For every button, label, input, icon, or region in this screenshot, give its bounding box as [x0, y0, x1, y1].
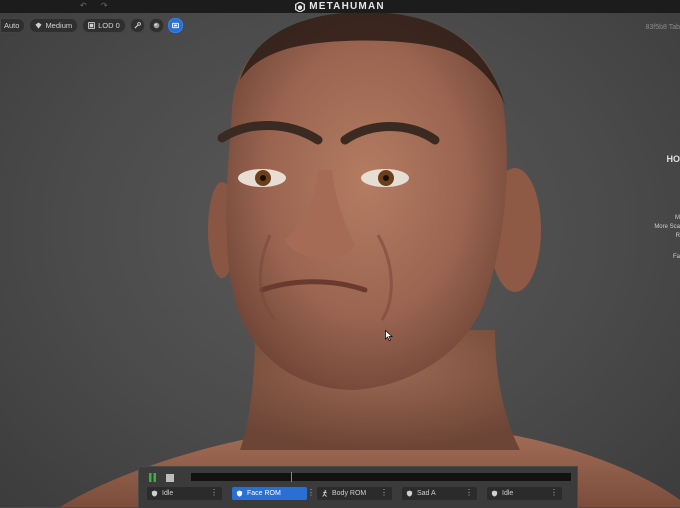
brand-name: METAHUMAN [309, 1, 385, 12]
mouse-cursor-icon [385, 330, 393, 341]
layers-icon [88, 22, 96, 29]
viewport-toolbar: Auto Medium LOD 0 [0, 18, 183, 33]
animation-label: Face ROM [247, 490, 281, 497]
side-panel-line[interactable]: M [640, 214, 680, 223]
lod-button[interactable]: LOD 0 [82, 18, 126, 33]
preset-label: Medium [45, 21, 73, 30]
screen-icon [171, 22, 179, 29]
animation-item-idle-2[interactable]: Idle ⋮ [487, 487, 562, 500]
animation-item-face-rom[interactable]: Face ROM ⋮ [232, 487, 315, 500]
lod-label: LOD 0 [98, 21, 120, 30]
wrench-icon [134, 22, 141, 29]
undo-redo-icons[interactable]: ↶ ↷ [80, 1, 114, 10]
more-options-icon[interactable]: ⋮ [307, 489, 315, 497]
preset-medium-button[interactable]: Medium [29, 18, 79, 33]
metahuman-character-render [60, 12, 680, 507]
more-options-icon[interactable]: ⋮ [465, 489, 473, 497]
running-figure-icon [322, 490, 327, 497]
animation-item-sad-a[interactable]: Sad A ⋮ [402, 487, 477, 500]
stop-button[interactable] [166, 474, 174, 482]
more-options-icon[interactable]: ⋮ [550, 489, 558, 497]
animation-player: Idle ⋮ Face ROM ⋮ Body ROM ⋮ Sad A ⋮ Idl… [138, 466, 578, 508]
side-panel-heading: HO [666, 154, 680, 164]
shield-icon [491, 490, 498, 497]
view-mode-button[interactable] [167, 18, 183, 33]
metahuman-logo-icon [295, 1, 306, 12]
shield-icon [236, 490, 243, 497]
side-panel-line[interactable]: Fa [640, 253, 680, 262]
animation-label: Sad A [417, 490, 436, 497]
shield-icon [151, 490, 158, 497]
viewport-info-text: 83f5b8 Tab [645, 24, 680, 31]
pause-button[interactable] [148, 473, 157, 482]
more-options-icon[interactable]: ⋮ [380, 489, 388, 497]
animation-item-body-rom[interactable]: Body ROM ⋮ [317, 487, 392, 500]
window-title-bar: ↶ ↷ METAHUMAN [0, 0, 680, 13]
animation-label: Idle [502, 490, 514, 497]
side-panel-line[interactable]: R [640, 232, 680, 241]
diamond-icon [35, 22, 42, 29]
animation-list: Idle ⋮ Face ROM ⋮ Body ROM ⋮ Sad A ⋮ Idl… [147, 487, 562, 500]
shield-icon [406, 490, 413, 497]
animation-timeline[interactable] [191, 472, 571, 482]
tool-button[interactable] [129, 18, 145, 33]
quality-label: Auto [4, 21, 20, 30]
animation-item-idle[interactable]: Idle ⋮ [147, 487, 222, 500]
more-options-icon[interactable]: ⋮ [210, 489, 218, 497]
quality-auto-button[interactable]: Auto [0, 18, 26, 33]
brand: METAHUMAN [295, 1, 385, 12]
animation-label: Idle [162, 490, 174, 497]
side-panel-line[interactable]: More Sca [640, 223, 680, 232]
timeline-playhead[interactable] [291, 472, 292, 482]
animation-label: Body ROM [332, 490, 367, 497]
sphere-icon [153, 22, 160, 29]
lighting-button[interactable] [148, 18, 164, 33]
side-panel: HO M More Sca R Fa [640, 155, 680, 262]
